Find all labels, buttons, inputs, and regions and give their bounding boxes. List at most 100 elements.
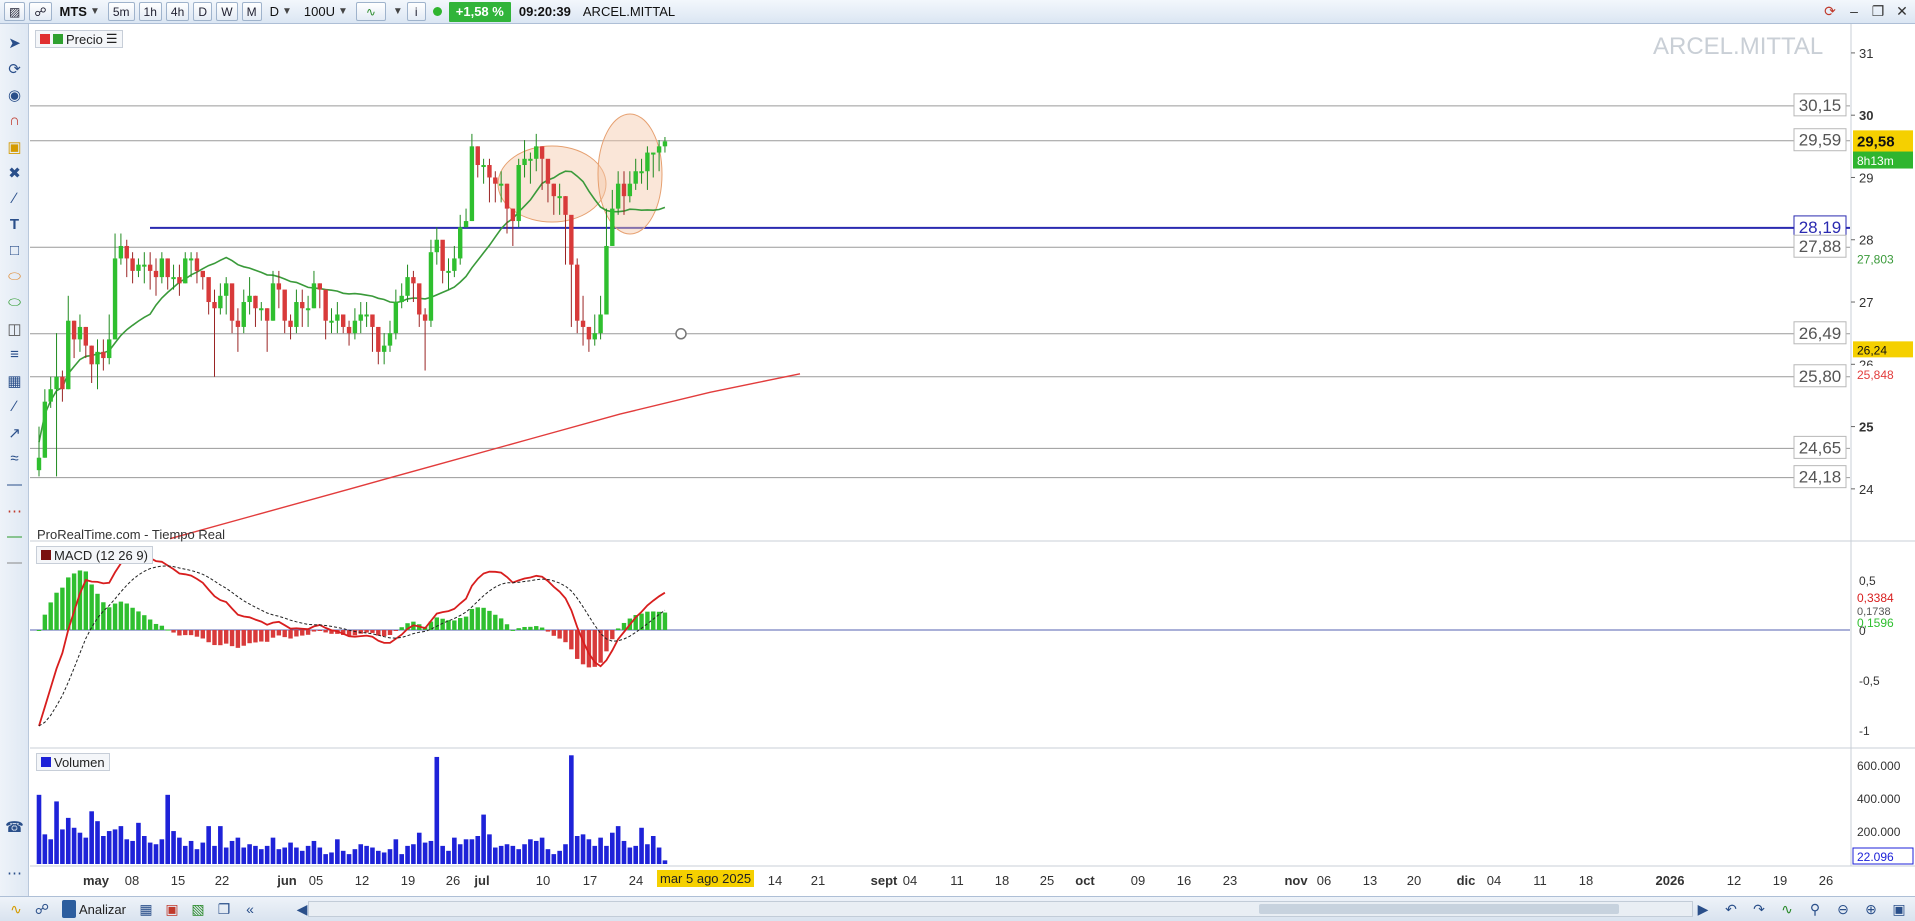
- candle-body-60: [387, 333, 393, 346]
- candle-body-10: [95, 351, 100, 365]
- x-label-32: 18: [1579, 873, 1593, 888]
- macd-hist-99: [615, 628, 621, 630]
- x-label-23: 16: [1177, 873, 1191, 888]
- candle-body-93: [580, 320, 586, 327]
- windows-icon[interactable]: ❐: [214, 899, 234, 919]
- macd-hist-37: [253, 630, 258, 643]
- redo-icon[interactable]: ↷: [1749, 899, 1769, 919]
- candle-body-43: [288, 320, 293, 327]
- add-indicator-icon[interactable]: [53, 34, 63, 44]
- macd-value-tag: 0,3384: [1857, 591, 1894, 605]
- pin-icon[interactable]: ☍: [32, 899, 52, 919]
- candle-body-84: [528, 158, 533, 161]
- level-label-1: 29,59: [1799, 131, 1842, 150]
- candle-body-23: [171, 277, 176, 280]
- macd-hist-73: [463, 616, 469, 630]
- volume-bar-59: [381, 852, 387, 864]
- fullscreen-icon[interactable]: ▣: [1889, 899, 1909, 919]
- volume-bar-0: [36, 794, 42, 864]
- chart-settings-icon[interactable]: ∿: [1777, 899, 1797, 919]
- orders-icon[interactable]: ▣: [162, 899, 182, 919]
- horizontal-levels: 30,15 29,59 28,1927,88 26,49 25,80 24,65 24,18: [30, 93, 1850, 489]
- macd-hist-20: [153, 623, 159, 630]
- volume-bar-8: [83, 837, 89, 864]
- x-label-36: 26: [1819, 873, 1833, 888]
- macd-hist-0: [36, 630, 42, 631]
- x-label-0: may: [83, 873, 110, 888]
- candle-body-40: [270, 283, 276, 321]
- macd-hist-56: [364, 630, 369, 633]
- x-label-16: sept: [871, 873, 898, 888]
- macd-hist-38: [259, 630, 264, 642]
- zoom-in-icon[interactable]: ⊕: [1861, 899, 1881, 919]
- volume-bar-12: [106, 831, 112, 864]
- layout-icon[interactable]: ▦: [136, 899, 156, 919]
- macd-hist-27: [194, 630, 200, 637]
- volume-bar-25: [182, 845, 188, 864]
- macd-hist-14: [118, 601, 124, 630]
- volume-bar-97: [604, 845, 609, 864]
- volume-bar-31: [218, 826, 223, 864]
- macd-hist-43: [288, 630, 293, 639]
- macd-hist-34: [235, 630, 241, 648]
- price-axis: 3130292827262524: [1851, 46, 1873, 497]
- macd-hist-47: [311, 630, 317, 632]
- candle-body-106: [656, 146, 662, 153]
- level-label-3: 27,88: [1799, 237, 1842, 256]
- analyze-button[interactable]: Analizar: [58, 899, 130, 919]
- candle-body-48: [317, 283, 322, 290]
- volume-bar-17: [136, 822, 141, 864]
- candle-body-7: [77, 326, 83, 340]
- candle-body-38: [259, 308, 264, 311]
- volume-bar-81: [510, 845, 516, 864]
- horizontal-scrollbar[interactable]: [308, 901, 1693, 917]
- candle-body-17: [136, 264, 141, 271]
- macd-hist-1: [42, 614, 48, 630]
- screener-icon[interactable]: ▧: [188, 899, 208, 919]
- candle-body-101: [627, 183, 633, 197]
- volume-current-tag: 22.096: [1857, 850, 1894, 864]
- candle-body-11: [101, 351, 106, 359]
- price-panel-header[interactable]: Precio ☰: [35, 30, 123, 48]
- rewind-icon[interactable]: «: [240, 899, 260, 919]
- chart-canvas: 30,15 29,59 28,1927,88 26,49 25,80 24,65 24,18…: [30, 24, 1915, 888]
- zoom-auto-icon[interactable]: ⚲: [1805, 899, 1825, 919]
- zoom-out-icon[interactable]: ⊖: [1833, 899, 1853, 919]
- scroll-right-icon[interactable]: ▶: [1693, 899, 1713, 919]
- chart-logo-icon[interactable]: ∿: [6, 899, 26, 919]
- macd-panel-header[interactable]: MACD (12 26 9): [36, 546, 153, 564]
- macd-hist-21: [159, 625, 165, 630]
- candle-body-94: [586, 326, 592, 340]
- volume-bar-79: [498, 845, 504, 864]
- volume-tick-1: 400.000: [1857, 792, 1901, 806]
- candle-body-0: [36, 457, 42, 471]
- level-anchor-handle: [675, 328, 687, 340]
- macd-hist-17: [136, 611, 141, 630]
- settings-list-icon[interactable]: ☰: [106, 31, 118, 47]
- x-label-11: 17: [583, 873, 597, 888]
- x-label-12: 24: [629, 873, 643, 888]
- data-source-label: ProRealTime.com - Tiempo Real: [37, 527, 226, 542]
- macd-hist-16: [130, 607, 135, 630]
- macd-hist-39: [264, 630, 270, 642]
- volume-bar-2: [48, 839, 53, 864]
- candle-body-42: [282, 289, 287, 321]
- candle-body-37: [253, 295, 258, 309]
- volume-bar-51: [335, 839, 340, 864]
- candle-body-92: [575, 264, 580, 321]
- price-tick-label-0: 31: [1859, 46, 1873, 61]
- candle-body-90: [563, 196, 568, 215]
- candle-body-74: [469, 146, 475, 222]
- candle-body-75: [475, 146, 480, 166]
- undo-icon[interactable]: ↶: [1721, 899, 1741, 919]
- candle-body-103: [639, 171, 644, 174]
- x-label-29: dic: [1457, 873, 1476, 888]
- close-panel-icon[interactable]: [40, 34, 50, 44]
- candle-body-28: [200, 270, 205, 278]
- candle-body-45: [300, 302, 305, 309]
- scrollbar-thumb[interactable]: [1259, 904, 1619, 914]
- macd-hist-89: [557, 630, 562, 639]
- volume-panel-header[interactable]: Volumen: [36, 753, 110, 771]
- x-label-27: 13: [1363, 873, 1377, 888]
- volume-bar-88: [551, 854, 557, 864]
